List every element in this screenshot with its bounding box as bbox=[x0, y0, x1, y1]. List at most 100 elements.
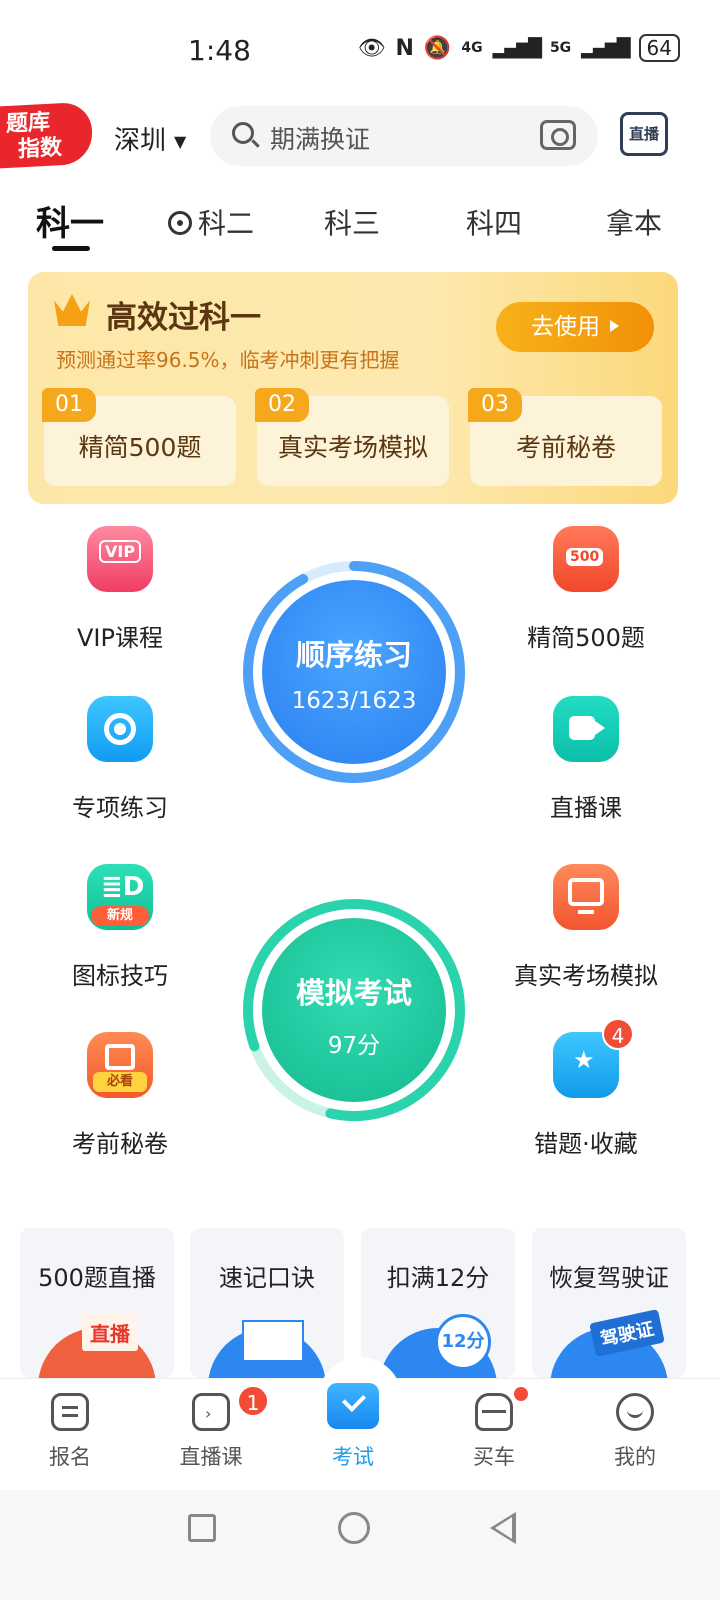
use-now-button[interactable]: 去使用 bbox=[496, 302, 654, 352]
search-bar[interactable]: 期满换证 bbox=[210, 106, 598, 166]
tv-icon: › bbox=[192, 1393, 230, 1431]
feature-number: 02 bbox=[255, 388, 309, 422]
city-selector[interactable]: 深圳 ▼ bbox=[114, 120, 186, 157]
system-nav-bar bbox=[0, 1490, 720, 1600]
grid-sign-tips[interactable]: ≣D 新规 图标技巧 bbox=[20, 864, 220, 991]
checklist-icon: 必看 bbox=[87, 1032, 153, 1098]
card-mnemonics[interactable]: 速记口诀 bbox=[190, 1228, 344, 1378]
signal-bars-icon: ▂▄▆█ bbox=[492, 37, 542, 59]
nav-live-course[interactable]: › 1 直播课 bbox=[161, 1385, 269, 1471]
video-camera-icon bbox=[553, 696, 619, 762]
nav-label: 我的 bbox=[614, 1445, 656, 1469]
wrong-count-badge: 4 bbox=[602, 1018, 634, 1050]
nfc-icon: N bbox=[395, 35, 414, 61]
promo-feature-2[interactable]: 02 真实考场模拟 bbox=[255, 388, 449, 486]
signal-4g: 4G bbox=[461, 40, 483, 56]
practice-circle: 顺序练习 1623/1623 bbox=[262, 580, 446, 764]
card-12-points[interactable]: 扣满12分 12分 bbox=[361, 1228, 515, 1378]
nav-mine[interactable]: 我的 bbox=[585, 1393, 685, 1471]
recent-apps-button[interactable] bbox=[188, 1514, 216, 1542]
grid-label: 真实考场模拟 bbox=[514, 962, 658, 990]
status-icons: 👁 N 🔕 4G ▂▄▆█ 5G ▂▄▆█ 64 bbox=[358, 34, 680, 62]
grid-label: 错题·收藏 bbox=[534, 1130, 638, 1158]
feature-label: 考前秘卷 bbox=[515, 433, 616, 462]
grid-label: 精简500题 bbox=[527, 624, 645, 652]
back-button[interactable] bbox=[490, 1512, 516, 1544]
tab-underline bbox=[52, 246, 90, 251]
tab-license[interactable]: 拿本 bbox=[606, 202, 662, 242]
headlight-icon: ≣D 新规 bbox=[87, 864, 153, 930]
card-500-live[interactable]: 500题直播 直播 bbox=[20, 1228, 174, 1378]
points-badge: 12分 bbox=[435, 1314, 491, 1370]
search-icon bbox=[232, 122, 254, 144]
status-bar: 1:48 👁 N 🔕 4G ▂▄▆█ 5G ▂▄▆█ 64 bbox=[0, 0, 720, 100]
grid-special-practice[interactable]: 专项练习 bbox=[20, 696, 220, 823]
home-button[interactable] bbox=[338, 1512, 370, 1544]
promo-feature-3[interactable]: 03 考前秘卷 bbox=[468, 388, 662, 486]
tab-subject1[interactable]: 科一 bbox=[36, 196, 104, 245]
notification-dot bbox=[514, 1387, 528, 1401]
bottom-nav: 报名 › 1 直播课 考试 买车 我的 bbox=[0, 1357, 720, 1490]
signup-icon bbox=[51, 1393, 89, 1431]
signal-5g: 5G bbox=[549, 40, 572, 56]
signal-bars-icon-2: ▂▄▆█ bbox=[581, 37, 630, 59]
vip-icon-text: VIP bbox=[99, 540, 142, 563]
card-title: 恢复驾驶证 bbox=[549, 1264, 669, 1292]
grid-label: 考前秘卷 bbox=[72, 1130, 168, 1158]
grid-label: 直播课 bbox=[550, 794, 622, 822]
new-rule-badge: 新规 bbox=[91, 906, 149, 926]
grid-label: VIP课程 bbox=[77, 624, 163, 652]
sequential-practice-button[interactable]: 顺序练习 1623/1623 bbox=[240, 558, 468, 786]
smile-icon bbox=[616, 1393, 654, 1431]
tab-subject4[interactable]: 科四 bbox=[466, 202, 522, 242]
grid-live-course[interactable]: 直播课 bbox=[486, 696, 686, 823]
500-questions-icon: 500 bbox=[553, 526, 619, 592]
tab-subject3[interactable]: 科三 bbox=[324, 202, 380, 242]
grid-wrong-favorites[interactable]: ★ 4 错题·收藏 bbox=[486, 1018, 686, 1159]
promo-title: 高效过科一 bbox=[106, 300, 261, 336]
nav-label: 报名 bbox=[49, 1445, 91, 1469]
promo-feature-1[interactable]: 01 精简500题 bbox=[42, 388, 236, 486]
grid-label: 专项练习 bbox=[72, 794, 168, 822]
grid-secret-paper[interactable]: 必看 考前秘卷 bbox=[20, 1032, 220, 1159]
use-now-label: 去使用 bbox=[531, 314, 600, 340]
subject-tabs: 科一 科二 科三 科四 拿本 bbox=[0, 196, 720, 256]
promo-subtitle: 预测通过率96.5%，临考冲刺更有把握 bbox=[56, 348, 400, 372]
nav-label: 买车 bbox=[473, 1445, 515, 1469]
nav-label: 考试 bbox=[332, 1445, 374, 1469]
mute-bell-icon: 🔕 bbox=[423, 35, 452, 61]
card-restore-license[interactable]: 恢复驾驶证 驾驶证 bbox=[532, 1228, 686, 1378]
grid-500-questions[interactable]: 500 精简500题 bbox=[486, 526, 686, 653]
nav-buy-car[interactable]: 买车 bbox=[444, 1387, 544, 1471]
tab-subject2-label: 科二 bbox=[198, 207, 255, 240]
card-tag: 直播 bbox=[82, 1314, 138, 1351]
monitor-icon bbox=[553, 864, 619, 930]
target-icon bbox=[87, 696, 153, 762]
app-logo[interactable]: 题库 指数 bbox=[0, 101, 92, 169]
exam-folder-icon bbox=[327, 1383, 379, 1429]
exam-circle: 模拟考试 97分 bbox=[262, 918, 446, 1102]
grid-real-exam[interactable]: 真实考场模拟 bbox=[486, 864, 686, 991]
feature-label: 真实考场模拟 bbox=[277, 433, 428, 462]
card-title: 500题直播 bbox=[38, 1264, 156, 1292]
practice-progress: 1623/1623 bbox=[291, 688, 417, 714]
promo-card[interactable]: 高效过科一 预测通过率96.5%，临考冲刺更有把握 去使用 01 精简500题 … bbox=[28, 272, 678, 504]
card-title: 扣满12分 bbox=[386, 1264, 490, 1292]
tab-subject2[interactable]: 科二 bbox=[168, 202, 254, 242]
search-input[interactable]: 期满换证 bbox=[270, 120, 370, 156]
live-tv-button[interactable]: 直播 bbox=[620, 112, 668, 156]
nav-exam[interactable]: 考试 bbox=[303, 1383, 403, 1471]
nav-label: 直播课 bbox=[179, 1445, 243, 1469]
camera-icon[interactable] bbox=[540, 120, 576, 150]
feature-number: 01 bbox=[42, 388, 96, 422]
steering-wheel-icon bbox=[168, 211, 192, 235]
exam-score: 97分 bbox=[327, 1033, 381, 1059]
grid-label: 图标技巧 bbox=[72, 962, 168, 990]
mock-exam-button[interactable]: 模拟考试 97分 bbox=[240, 896, 468, 1124]
play-arrow-icon bbox=[610, 320, 619, 332]
grid-vip-course[interactable]: VIP VIP课程 bbox=[20, 526, 220, 653]
feature-number: 03 bbox=[468, 388, 522, 422]
nav-signup[interactable]: 报名 bbox=[20, 1393, 120, 1471]
status-time: 1:48 bbox=[188, 34, 251, 67]
practice-title: 顺序练习 bbox=[295, 638, 412, 672]
